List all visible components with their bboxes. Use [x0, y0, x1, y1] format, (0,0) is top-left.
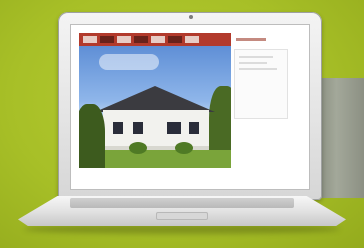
sidebar-heading [236, 38, 266, 41]
bush [129, 142, 147, 154]
header-nav-block [117, 36, 131, 43]
header-nav-block [151, 36, 165, 43]
header-nav-block [83, 36, 97, 43]
header-nav-block [168, 36, 182, 43]
header-nav-block [134, 36, 148, 43]
house-window [133, 122, 143, 134]
laptop-screen [70, 24, 310, 190]
keyboard [70, 198, 294, 208]
cloud [99, 54, 159, 70]
house-photo [79, 46, 231, 168]
touchpad [156, 212, 208, 220]
header-nav-block [185, 36, 199, 43]
house-window [113, 122, 123, 134]
sidebar-panel [234, 49, 288, 119]
tree [79, 104, 105, 168]
sidebar-text-line [239, 62, 267, 64]
sidebar-text-line [239, 56, 273, 58]
website-header-bar [79, 33, 231, 46]
webcam-icon [189, 15, 193, 19]
house-window [167, 122, 181, 134]
website-sidebar [234, 33, 288, 173]
house-facade [103, 110, 209, 150]
bush [175, 142, 193, 154]
house-window [189, 122, 199, 134]
grey-side-stripe [312, 78, 364, 198]
header-nav-block [100, 36, 114, 43]
house-roof [95, 86, 215, 112]
laptop-lid [58, 12, 322, 200]
sidebar-text-line [239, 68, 277, 70]
